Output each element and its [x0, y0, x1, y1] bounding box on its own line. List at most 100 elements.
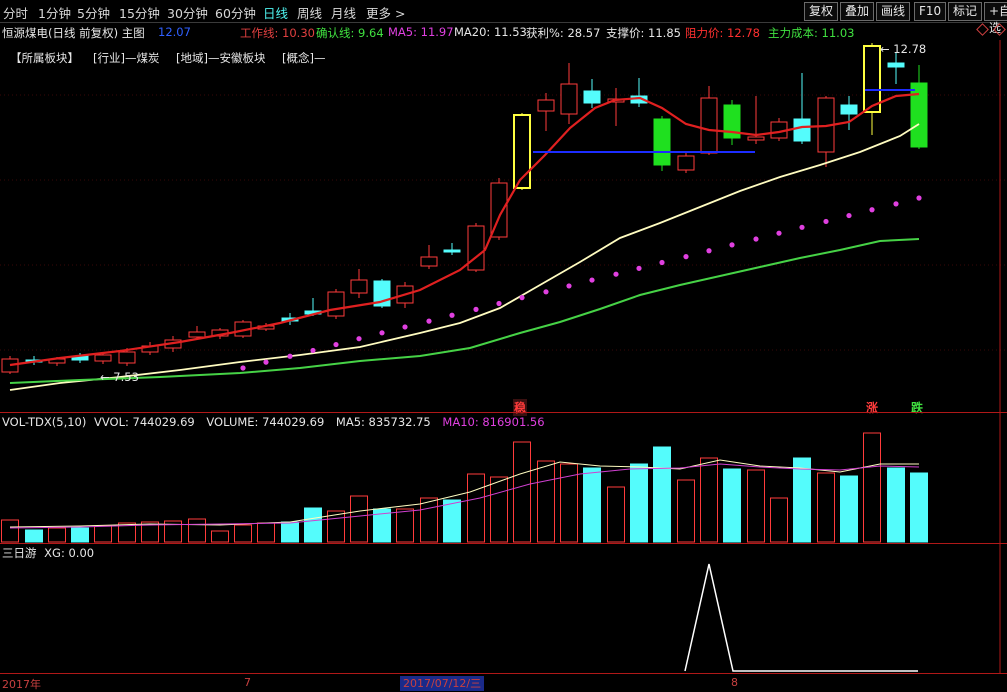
period-tab-weekly[interactable]: 周线 — [297, 3, 322, 22]
volume-bar — [910, 472, 928, 543]
ma-green-line — [9, 238, 920, 384]
period-tab-timeshare[interactable]: 分时 — [3, 3, 28, 22]
indicator-dot — [659, 259, 665, 266]
period-toolbar: 分时 1分钟 5分钟 15分钟 30分钟 60分钟 日线 周线 月线 更多 > … — [0, 0, 1007, 35]
indicator-dot — [426, 318, 432, 324]
candle-body — [350, 279, 368, 294]
volume-bar — [443, 499, 461, 543]
volume-bar — [490, 476, 508, 543]
candle-body — [94, 354, 112, 362]
indicator-dot — [589, 277, 595, 283]
volume-bar — [350, 495, 368, 543]
axis-month-8-label: 8 — [731, 676, 738, 689]
indicator-dot — [240, 365, 246, 371]
volume-bar — [467, 473, 485, 543]
candle-body — [887, 62, 905, 68]
period-tab-5min[interactable]: 5分钟 — [77, 3, 110, 22]
indicator-dot — [613, 271, 619, 277]
volume-bar — [234, 524, 252, 543]
volume-bar — [281, 521, 299, 543]
indicator-dot — [846, 212, 852, 219]
candle-body — [188, 331, 206, 338]
candle-group — [1, 43, 928, 374]
volume-bar — [513, 441, 531, 543]
candle-body — [1, 358, 19, 373]
indicator-dot — [519, 295, 525, 301]
volume-bar — [747, 469, 765, 543]
current-price: 12.07 — [158, 25, 191, 39]
mark-button[interactable]: 标记 — [948, 2, 983, 21]
candlestick-chart[interactable] — [0, 40, 1007, 412]
indicator-dot — [496, 300, 502, 307]
indicator-dot — [916, 195, 922, 201]
indicator-dot — [636, 265, 642, 271]
f10-button[interactable]: F10 — [914, 2, 947, 21]
period-tab-1min[interactable]: 1分钟 — [38, 3, 71, 22]
indicator-chart[interactable] — [0, 544, 1007, 673]
volume-bar — [48, 527, 66, 543]
period-tab-60min[interactable]: 60分钟 — [215, 3, 256, 22]
candle-body — [420, 256, 438, 267]
high-price-label: ← 12.78 — [880, 42, 927, 56]
candle-body — [467, 225, 485, 271]
adjust-button[interactable]: 复权 — [804, 2, 839, 21]
candle-body — [560, 83, 578, 115]
candle-body — [327, 291, 345, 317]
indicator-dot — [356, 336, 362, 342]
overlay-button[interactable]: 叠加 — [840, 2, 875, 21]
volume-chart[interactable] — [0, 412, 1007, 543]
volume-bar — [863, 432, 881, 543]
volume-bar — [793, 457, 811, 543]
indicator-dot — [333, 341, 339, 348]
candle-body — [677, 155, 695, 171]
period-tab-daily[interactable]: 日线 — [263, 3, 288, 22]
indicator-dot — [893, 201, 899, 207]
candle-body — [118, 351, 136, 364]
volume-bar — [770, 497, 788, 543]
draw-line-button[interactable]: 画线 — [876, 2, 911, 21]
volume-bar — [1, 519, 19, 543]
low-price-value: 7.53 — [113, 370, 139, 384]
volume-bar — [723, 468, 741, 543]
indicator-dot — [869, 207, 875, 213]
indicator-dot — [310, 347, 316, 354]
ma5-value: MA5: 11.97 — [388, 25, 454, 39]
volume-bar — [887, 467, 905, 543]
main-cost-value: 主力成本: 11.03 — [768, 26, 855, 40]
volume-bar — [700, 457, 718, 543]
candle-body — [443, 249, 461, 253]
confirm-line-value: 确认线: 9.64 — [316, 26, 384, 40]
profit-value: 获利%: 28.57 — [526, 26, 601, 40]
volume-bar — [583, 467, 601, 543]
cursor-date-box: 2017/07/12/三 — [400, 676, 485, 691]
period-tab-15min[interactable]: 15分钟 — [119, 3, 160, 22]
indicator-dot — [753, 236, 759, 242]
volume-bar — [396, 508, 414, 543]
period-tab-more[interactable]: 更多 > — [366, 3, 405, 22]
indicator-dot — [379, 330, 385, 336]
volume-bar — [840, 475, 858, 543]
add-watchlist-button[interactable]: +自选 — [984, 2, 1007, 35]
date-axis: 2017年 7 2017/07/12/三 8 — [0, 673, 1007, 691]
period-tab-monthly[interactable]: 月线 — [331, 3, 356, 22]
stock-title: 恒源煤电(日线 前复权) 主图 — [2, 26, 145, 40]
indicator-dot — [449, 312, 455, 318]
indicator-dot — [683, 254, 689, 260]
indicator-dot — [776, 230, 782, 236]
high-price-value: 12.78 — [893, 42, 927, 56]
support-price: 支撑价: 11.85 — [606, 26, 681, 40]
candle-body — [840, 104, 858, 115]
indicator-dot — [473, 306, 479, 312]
low-price-label: ← 7.53 — [100, 370, 139, 384]
volume-bar — [630, 463, 648, 543]
indicator-dot — [402, 324, 408, 330]
volume-bar — [25, 529, 43, 543]
volume-bar — [653, 446, 671, 543]
resistance-price: 阻力价: 12.78 — [685, 26, 760, 40]
indicator-dot — [566, 283, 572, 289]
main-chart-info-line: 恒源煤电(日线 前复权) 主图 12.07 工作线: 10.30 确认线: 9.… — [0, 23, 1007, 41]
xg-indicator-line — [684, 563, 918, 672]
candle-body — [747, 136, 765, 141]
axis-month-7-label: 7 — [244, 676, 251, 689]
period-tab-30min[interactable]: 30分钟 — [167, 3, 208, 22]
